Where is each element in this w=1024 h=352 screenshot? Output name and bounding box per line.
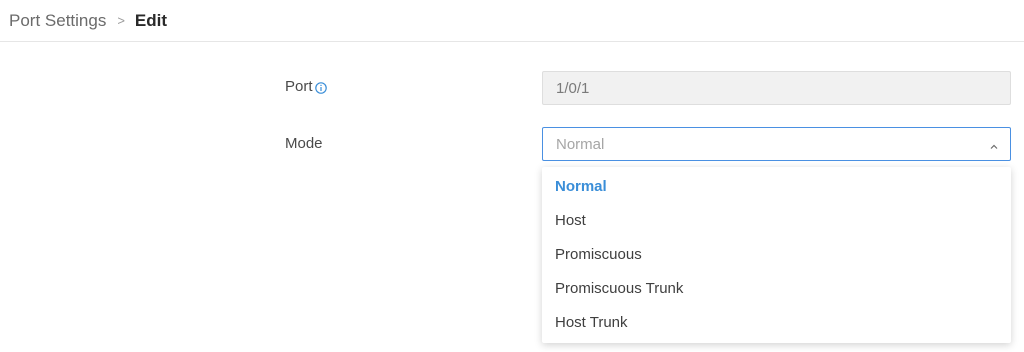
- port-label: Port: [285, 78, 313, 95]
- mode-select[interactable]: Normal: [542, 127, 1011, 161]
- mode-option-host[interactable]: Host: [542, 203, 1011, 237]
- breadcrumb-current: Edit: [134, 10, 168, 30]
- breadcrumb-port-settings-link[interactable]: Port Settings: [9, 11, 106, 31]
- breadcrumb-separator-icon: >: [117, 13, 125, 28]
- port-field: 1/0/1: [542, 71, 1011, 105]
- mode-select-value: Normal: [556, 135, 605, 153]
- chevron-up-icon: [989, 139, 999, 149]
- mode-label: Mode: [285, 135, 323, 152]
- mode-option-promiscuous-trunk[interactable]: Promiscuous Trunk: [542, 271, 1011, 305]
- mode-dropdown-menu: Normal Host Promiscuous Promiscuous Trun…: [542, 167, 1011, 343]
- mode-label-row: Mode: [285, 135, 323, 152]
- info-circle-icon[interactable]: [314, 81, 327, 94]
- port-label-row: Port: [285, 78, 327, 95]
- mode-option-host-trunk[interactable]: Host Trunk: [542, 305, 1011, 339]
- mode-option-promiscuous[interactable]: Promiscuous: [542, 237, 1011, 271]
- breadcrumb: Port Settings > Edit: [0, 0, 1024, 42]
- mode-option-normal[interactable]: Normal: [542, 169, 1011, 203]
- port-value: 1/0/1: [556, 79, 590, 97]
